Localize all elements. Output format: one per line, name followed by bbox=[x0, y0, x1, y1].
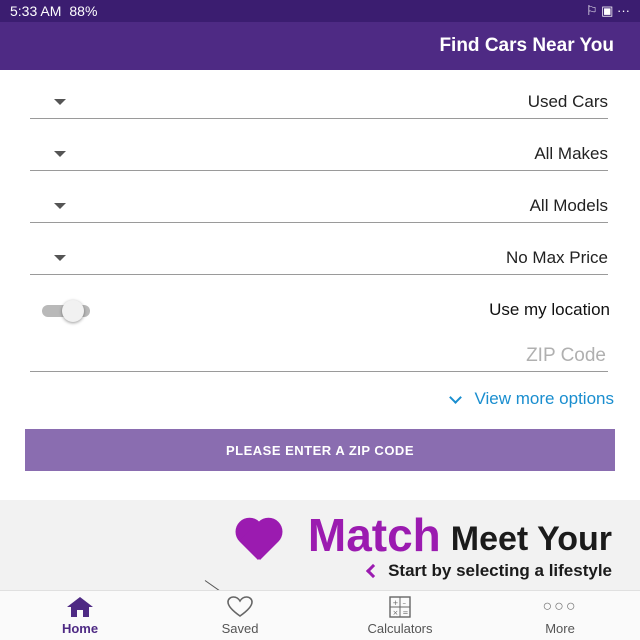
page-title: Find Cars Near You bbox=[439, 35, 614, 56]
caret-down-icon bbox=[54, 150, 66, 157]
nav-label: Calculators bbox=[367, 620, 433, 636]
nav-home[interactable]: Home bbox=[0, 591, 160, 640]
lifestyle-promo-banner[interactable]: Match Meet Your Start by selecting a lif… bbox=[0, 500, 640, 590]
use-location-label: Use my location bbox=[489, 300, 610, 319]
bottom-nav: Home Saved + – × = Calculators ○○○ More bbox=[0, 590, 640, 640]
status-bar: 5:33 AM 88% ⚐ ▣ ··· bbox=[0, 0, 640, 22]
svg-text:–: – bbox=[403, 599, 407, 607]
promo-heading: Match Meet Your bbox=[232, 512, 612, 558]
nav-label: Saved bbox=[221, 620, 259, 636]
clock: 5:33 AM bbox=[10, 3, 62, 19]
toggle-thumb bbox=[62, 300, 84, 322]
zip-code-field bbox=[30, 340, 608, 372]
nav-more[interactable]: ○○○ More bbox=[480, 591, 640, 640]
use-location-row: Use my location bbox=[30, 295, 610, 325]
more-options-label: View more options bbox=[474, 389, 614, 408]
nav-saved[interactable]: Saved bbox=[160, 591, 320, 640]
chevron-left-icon bbox=[366, 563, 381, 579]
heart-outline-icon bbox=[226, 595, 254, 618]
decorative-line bbox=[204, 580, 222, 590]
view-more-options-link[interactable]: View more options bbox=[346, 387, 614, 411]
zip-code-input[interactable] bbox=[406, 344, 606, 367]
more-dots-icon: ○○○ bbox=[542, 597, 578, 615]
notification-icons: ⚐ ▣ ··· bbox=[585, 3, 630, 18]
promo-subtitle-row: Start by selecting a lifestyle bbox=[366, 561, 612, 581]
make-dropdown[interactable]: All Makes bbox=[30, 137, 608, 171]
max-price-dropdown[interactable]: No Max Price bbox=[30, 241, 608, 275]
use-location-toggle[interactable] bbox=[40, 300, 92, 322]
svg-text:+: + bbox=[393, 599, 399, 607]
caret-down-icon bbox=[54, 98, 66, 105]
caret-down-icon bbox=[54, 202, 66, 209]
caret-down-icon bbox=[54, 254, 66, 261]
svg-text:×: × bbox=[393, 609, 399, 617]
condition-dropdown[interactable]: Used Cars bbox=[30, 85, 608, 119]
nav-label: More bbox=[545, 620, 575, 636]
calculator-icon: + – × = bbox=[386, 595, 414, 618]
battery-level: 88% bbox=[69, 3, 98, 19]
svg-text:=: = bbox=[403, 609, 409, 617]
home-icon bbox=[66, 596, 94, 618]
search-button[interactable]: PLEASE ENTER A ZIP CODE bbox=[25, 429, 615, 471]
chevron-down-icon bbox=[449, 390, 463, 404]
app-header: Find Cars Near You bbox=[0, 22, 640, 70]
dropdown-value: All Models bbox=[529, 195, 608, 215]
model-dropdown[interactable]: All Models bbox=[30, 189, 608, 223]
dropdown-value: No Max Price bbox=[505, 247, 608, 267]
promo-subtitle: Start by selecting a lifestyle bbox=[388, 561, 612, 580]
dropdown-value: Used Cars bbox=[527, 91, 608, 111]
heart-icon bbox=[232, 520, 284, 556]
nav-calculators[interactable]: + – × = Calculators bbox=[320, 591, 480, 640]
promo-meet-your: Meet Your bbox=[450, 520, 612, 558]
nav-label: Home bbox=[61, 620, 99, 636]
promo-match-word: Match bbox=[307, 509, 441, 561]
dropdown-value: All Makes bbox=[534, 143, 608, 163]
